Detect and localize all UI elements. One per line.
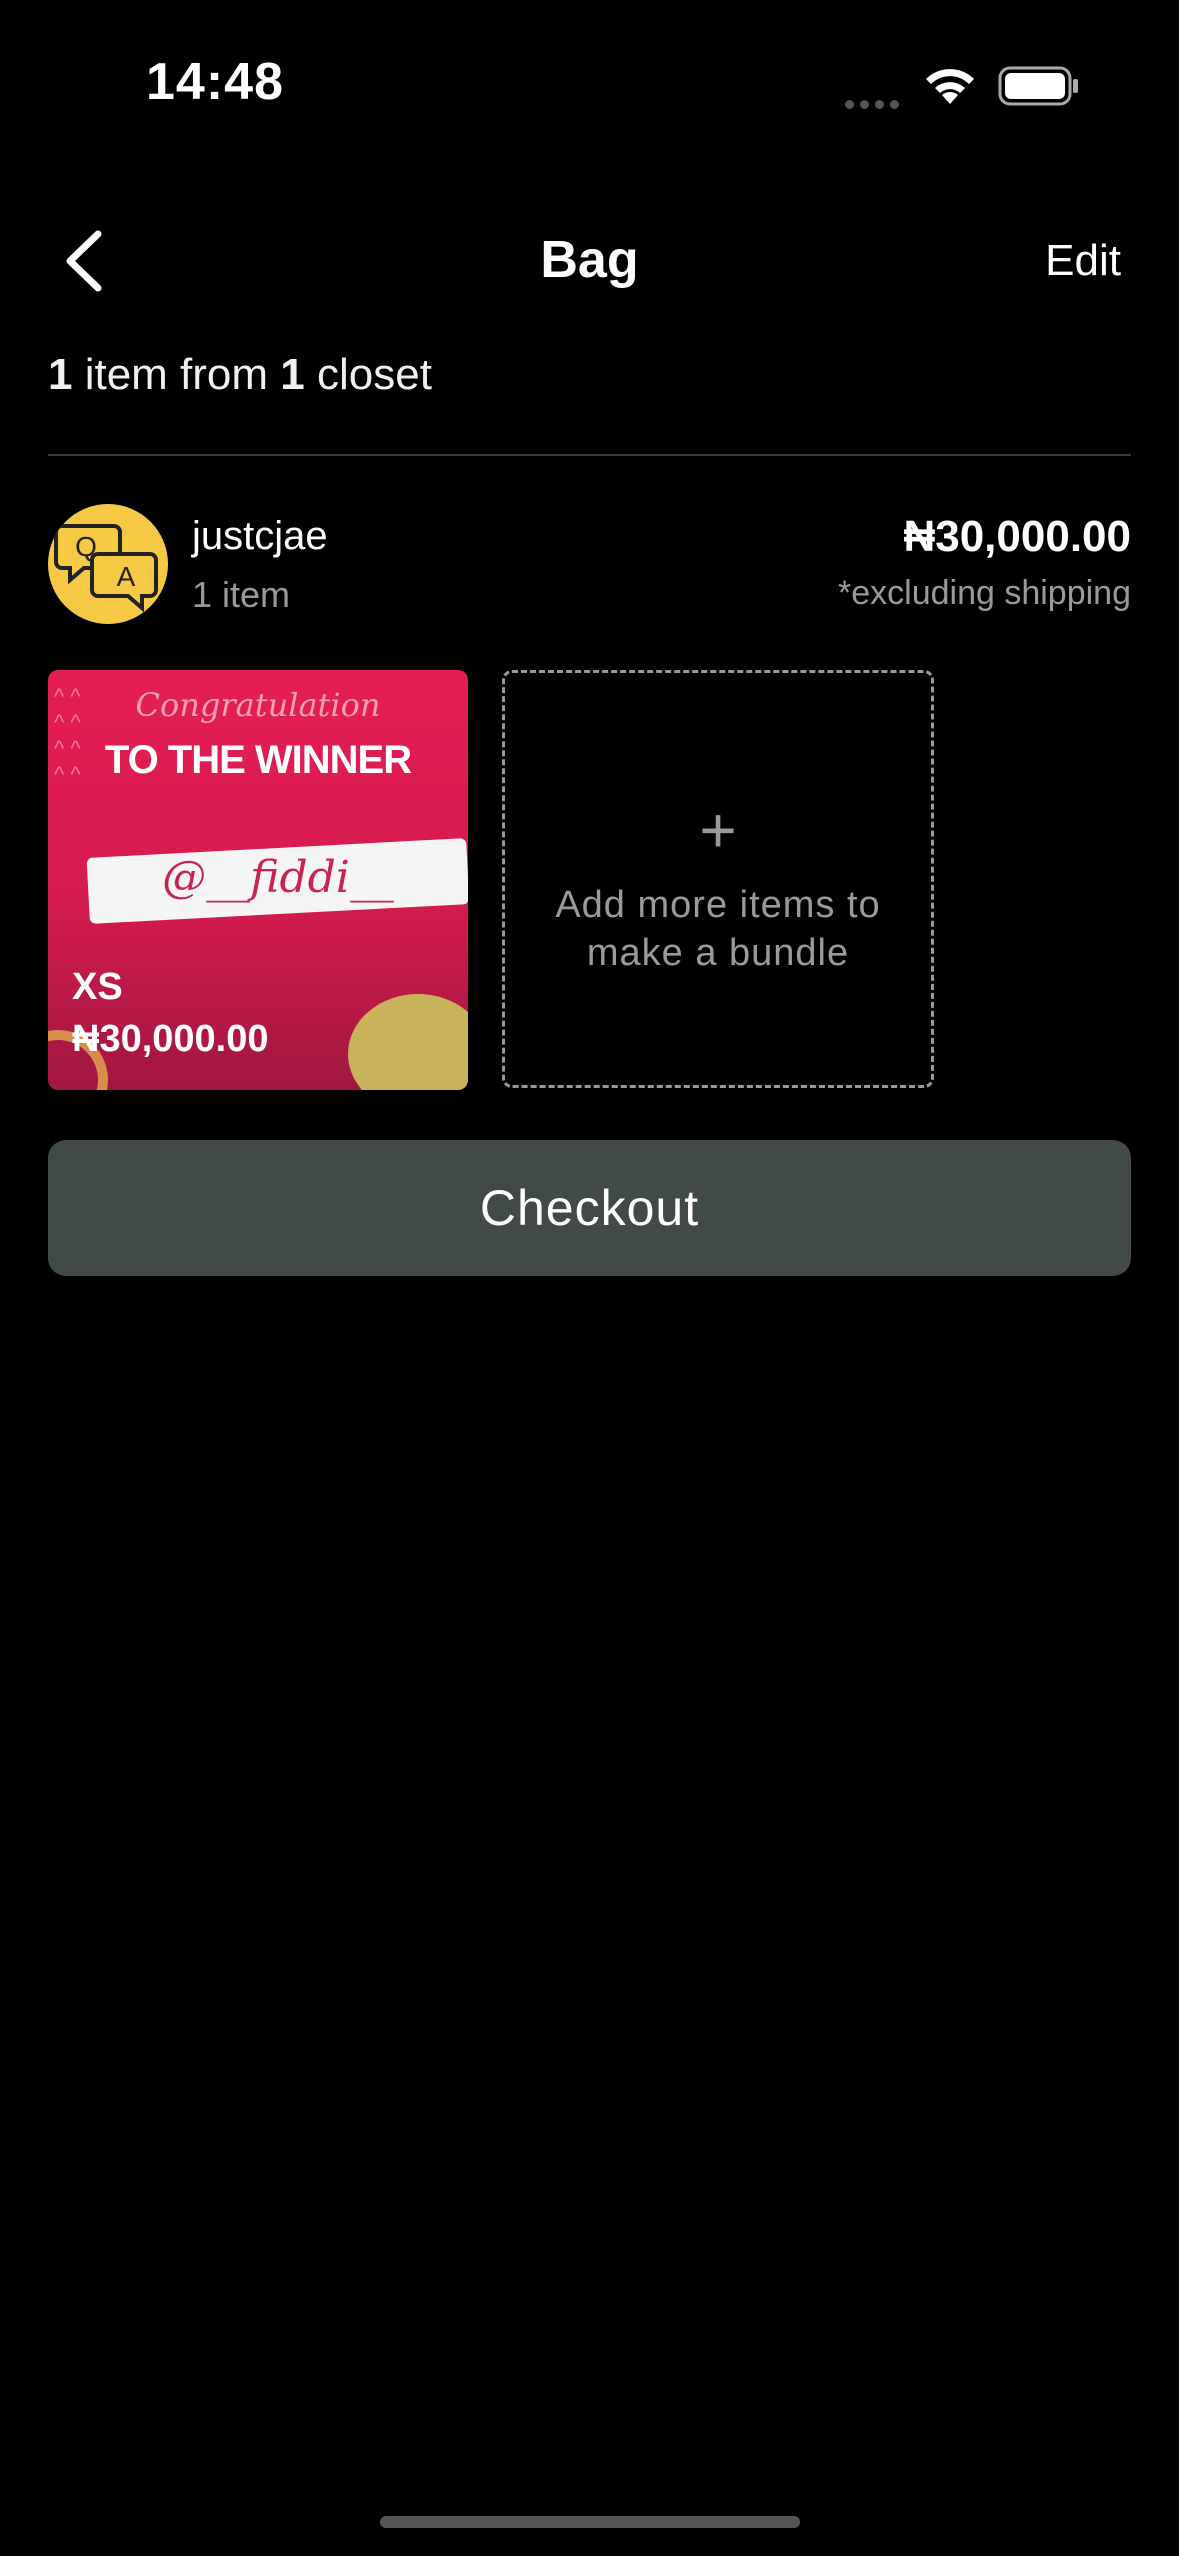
closet-item-count: 1 item xyxy=(192,574,291,615)
checkout-button[interactable]: Checkout xyxy=(48,1140,1131,1276)
product-image-congrats-text: Congratulation xyxy=(135,686,381,724)
closet-name[interactable]: justcjae xyxy=(192,514,328,559)
plus-icon: + xyxy=(699,794,737,866)
summary-closet-count: 1 xyxy=(280,350,305,399)
bundle-text-line1: Add more items to xyxy=(555,884,881,926)
closet-total-price: ₦30,000.00 xyxy=(903,512,1131,561)
avatar-letter-q: Q xyxy=(75,531,97,562)
home-indicator xyxy=(380,2516,800,2528)
page-title: Bag xyxy=(540,231,639,289)
product-image-headline: TO THE WINNER xyxy=(104,738,412,782)
bundle-text-line2: make a bundle xyxy=(586,932,850,974)
qa-chat-icon: Q A xyxy=(54,524,158,613)
avatar-letter-a: A xyxy=(117,561,136,592)
battery-icon xyxy=(998,66,1078,106)
bag-summary: 1 item from 1 closet xyxy=(48,350,432,400)
edit-button[interactable]: Edit xyxy=(1045,236,1121,286)
product-size: XS xyxy=(72,966,123,1008)
shipping-note: *excluding shipping xyxy=(838,574,1131,612)
summary-item-count: 1 xyxy=(48,350,73,399)
product-card[interactable]: ^ ^ ^ ^ ^ ^ ^ ^ Congratulation TO THE WINNE… xyxy=(48,670,468,1090)
status-time: 14:48 xyxy=(146,53,284,111)
cellular-signal-icon xyxy=(845,96,905,109)
add-bundle-card[interactable]: + Add more items to make a bundle xyxy=(502,670,934,1088)
product-image-handle: @__fiddi__ xyxy=(162,852,394,903)
bundle-text: Add more items to make a bundle xyxy=(505,881,931,977)
summary-closet-text: closet xyxy=(304,350,432,399)
avatar[interactable]: Q A xyxy=(48,504,168,624)
decorative-shape xyxy=(348,994,468,1090)
wifi-icon xyxy=(926,69,974,104)
divider xyxy=(48,454,1131,456)
summary-item-text: item from xyxy=(72,350,281,399)
product-price: ₦30,000.00 xyxy=(72,1018,269,1060)
